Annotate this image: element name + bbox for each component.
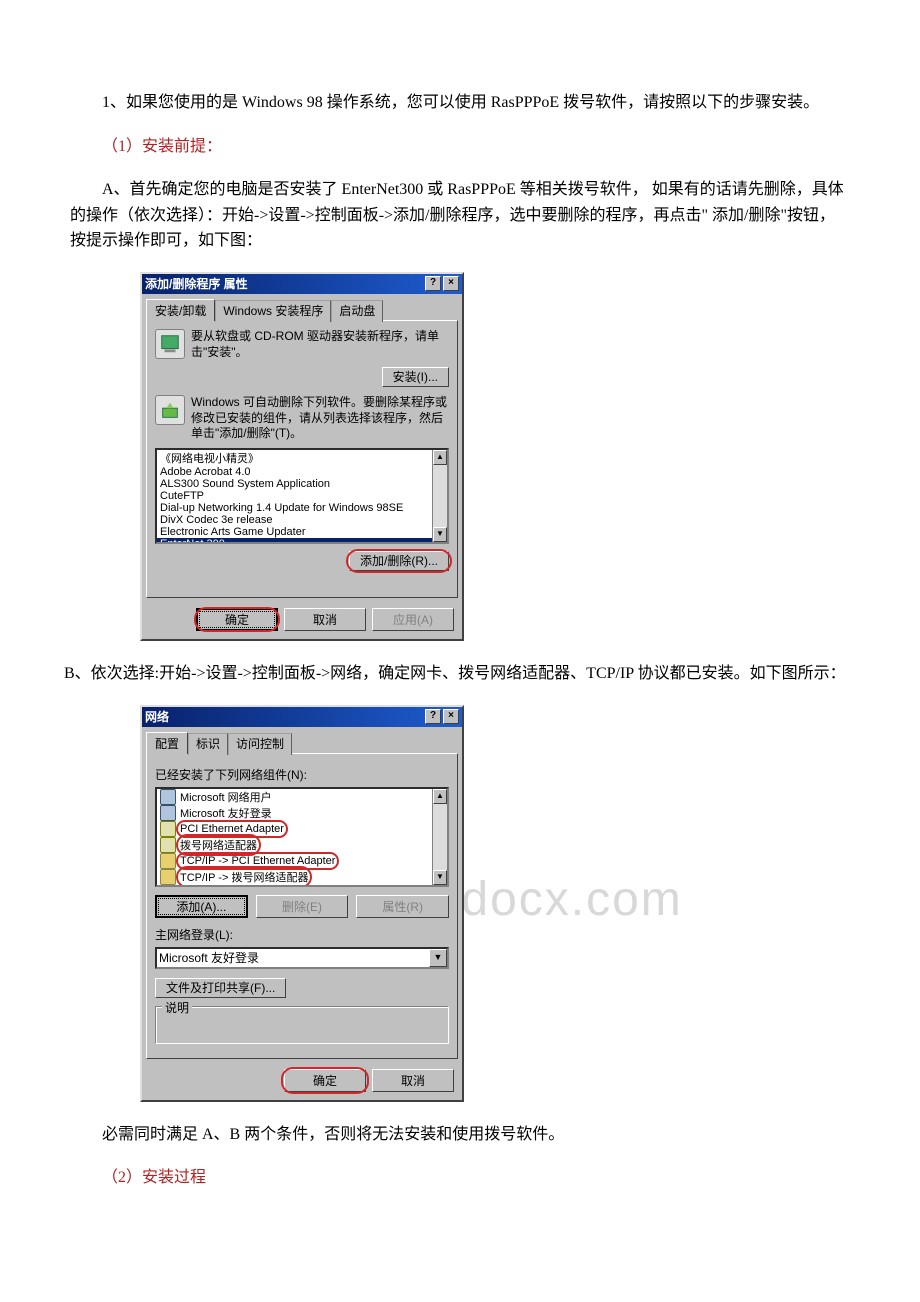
list-item-label: TCP/IP -> PCI Ethernet Adapter: [180, 855, 335, 867]
tab-panel: 已经安装了下列网络组件(N): Microsoft 网络用户 Microsoft…: [146, 753, 458, 1059]
components-label: 已经安装了下列网络组件(N):: [155, 766, 449, 783]
list-item[interactable]: ALS300 Sound System Application: [157, 478, 447, 490]
list-item[interactable]: Dial-up Networking 1.4 Update for Window…: [157, 502, 447, 514]
list-item[interactable]: PCI Ethernet Adapter: [157, 821, 447, 837]
tab-bar: 安装/卸载 Windows 安装程序 启动盘: [142, 294, 462, 320]
list-item-label: TCP/IP -> 拨号网络适配器: [180, 869, 308, 885]
install-button[interactable]: 安装(I)...: [382, 367, 449, 387]
components-listbox[interactable]: Microsoft 网络用户 Microsoft 友好登录 PCI Ethern…: [155, 787, 449, 887]
description-label: 说明: [162, 999, 192, 1016]
tab-access-control[interactable]: 访问控制: [228, 733, 292, 755]
client-icon: [160, 789, 176, 805]
dialog-button-row: 确定 取消 应用(A): [142, 602, 462, 639]
adapter-icon: [160, 821, 176, 837]
list-item[interactable]: TCP/IP -> PCI Ethernet Adapter: [157, 853, 447, 869]
help-icon[interactable]: ?: [425, 276, 441, 291]
chevron-down-icon[interactable]: ▼: [429, 949, 447, 967]
scroll-down-icon[interactable]: ▼: [433, 527, 447, 542]
tab-bar: 配置 标识 访问控制: [142, 727, 462, 753]
tab-windows-setup[interactable]: Windows 安装程序: [215, 300, 331, 322]
step-b-text: B、依次选择:开始->设置->控制面板->网络，确定网卡、拨号网络适配器、TCP…: [64, 661, 850, 687]
dialog-button-row: 确定 取消: [142, 1063, 462, 1100]
remove-help-text: Windows 可自动删除下列软件。要删除某程序或修改已安装的组件，请从列表选择…: [191, 395, 449, 442]
list-item[interactable]: Electronic Arts Game Updater: [157, 526, 447, 538]
step-2-process: （2）安装过程: [70, 1165, 850, 1191]
network-dialog: 网络 ? × 配置 标识 访问控制 已经安装了下列网络组件(N): Micros…: [140, 705, 464, 1102]
file-print-sharing-button[interactable]: 文件及打印共享(F)...: [155, 978, 286, 998]
list-item-label: Microsoft 网络用户: [180, 789, 272, 805]
list-item[interactable]: CuteFTP: [157, 490, 447, 502]
install-icon: [155, 329, 185, 359]
description-groupbox: 说明: [155, 1006, 449, 1044]
scroll-up-icon[interactable]: ▲: [433, 450, 447, 465]
protocol-icon: [160, 853, 176, 869]
tab-identity[interactable]: 标识: [188, 733, 228, 755]
dialog-title: 网络: [145, 708, 423, 725]
close-icon[interactable]: ×: [443, 709, 459, 724]
primary-logon-combo[interactable]: Microsoft 友好登录 ▼: [155, 947, 449, 969]
help-icon[interactable]: ?: [425, 709, 441, 724]
properties-button[interactable]: 属性(R): [356, 895, 449, 918]
ok-button[interactable]: 确定: [284, 1069, 366, 1092]
adapter-icon: [160, 837, 176, 853]
scroll-up-icon[interactable]: ▲: [433, 789, 447, 804]
apply-button[interactable]: 应用(A): [372, 608, 454, 631]
program-listbox[interactable]: 《网络电视小精灵》 Adobe Acrobat 4.0 ALS300 Sound…: [155, 448, 449, 544]
list-item[interactable]: 拨号网络适配器: [157, 837, 447, 853]
add-button[interactable]: 添加(A)...: [155, 895, 248, 918]
tab-startup-disk[interactable]: 启动盘: [331, 300, 383, 322]
list-item-label: 拨号网络适配器: [180, 837, 257, 853]
dialog-title: 添加/删除程序 属性: [145, 275, 423, 292]
condition-text: 必需同时满足 A、B 两个条件，否则将无法安装和使用拨号软件。: [70, 1122, 850, 1148]
uninstall-icon: [155, 395, 185, 425]
dialog-titlebar: 网络 ? ×: [142, 707, 462, 727]
listbox-scrollbar[interactable]: ▲ ▼: [432, 789, 447, 885]
remove-button[interactable]: 删除(E): [256, 895, 349, 918]
component-button-row: 添加(A)... 删除(E) 属性(R): [155, 895, 449, 918]
list-item-label: PCI Ethernet Adapter: [180, 823, 284, 835]
install-help-text: 要从软盘或 CD-ROM 驱动器安装新程序，请单击"安装"。: [191, 329, 449, 360]
combo-value: Microsoft 友好登录: [159, 949, 259, 966]
add-remove-button[interactable]: 添加/删除(R)...: [349, 551, 449, 571]
cancel-button[interactable]: 取消: [372, 1069, 454, 1092]
ok-button[interactable]: 确定: [196, 608, 278, 631]
list-item[interactable]: Adobe Acrobat 4.0: [157, 466, 447, 478]
listbox-scrollbar[interactable]: ▲ ▼: [432, 450, 447, 542]
protocol-icon: [160, 869, 176, 885]
tab-config[interactable]: 配置: [146, 732, 188, 754]
cancel-button[interactable]: 取消: [284, 608, 366, 631]
list-item-selected[interactable]: EnterNet 300: [157, 538, 447, 544]
paragraph-intro: 1、如果您使用的是 Windows 98 操作系统，您可以使用 RasPPPoE…: [70, 90, 850, 116]
tab-install-uninstall[interactable]: 安装/卸载: [146, 299, 215, 321]
list-item[interactable]: Microsoft 网络用户: [157, 789, 447, 805]
list-item[interactable]: DivX Codec 3e release: [157, 514, 447, 526]
tab-panel: 要从软盘或 CD-ROM 驱动器安装新程序，请单击"安装"。 安装(I)... …: [146, 320, 458, 598]
list-item[interactable]: 《网络电视小精灵》: [157, 450, 447, 466]
client-icon: [160, 805, 176, 821]
step-1-premise: （1）安装前提：: [70, 134, 850, 160]
close-icon[interactable]: ×: [443, 276, 459, 291]
dialog-titlebar: 添加/删除程序 属性 ? ×: [142, 274, 462, 294]
primary-logon-label: 主网络登录(L):: [155, 926, 449, 943]
list-item[interactable]: TCP/IP -> 拨号网络适配器: [157, 869, 447, 885]
scroll-down-icon[interactable]: ▼: [433, 870, 447, 885]
step-a-text: A、首先确定您的电脑是否安装了 EnterNet300 或 RasPPPoE 等…: [70, 177, 850, 254]
add-remove-programs-dialog: 添加/删除程序 属性 ? × 安装/卸载 Windows 安装程序 启动盘 要从…: [140, 272, 464, 641]
list-item[interactable]: Microsoft 友好登录: [157, 805, 447, 821]
list-item-label: Microsoft 友好登录: [180, 805, 272, 821]
